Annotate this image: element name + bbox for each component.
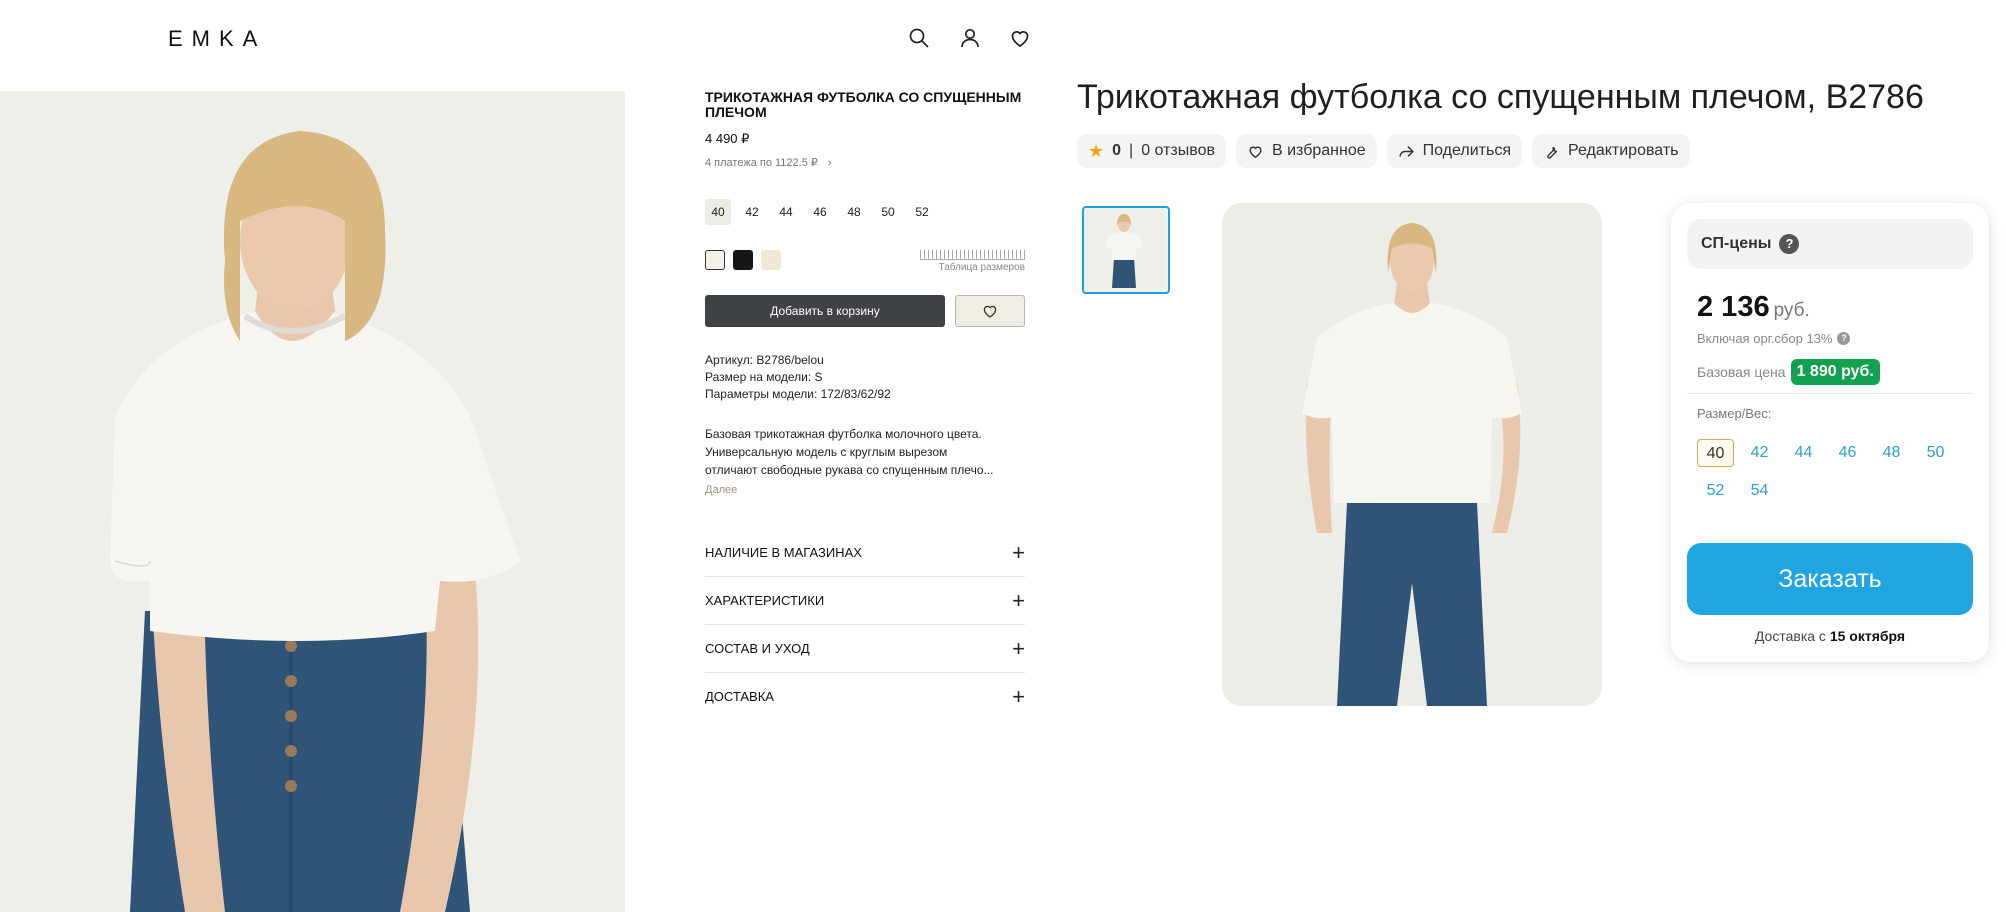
edit-pill[interactable]: Редактировать [1531, 134, 1690, 168]
heart-icon[interactable] [1008, 26, 1032, 50]
accordion-availability[interactable]: НАЛИЧИЕ В МАГАЗИНАХ + [705, 529, 1025, 577]
size-option[interactable]: 42 [1741, 439, 1778, 467]
rating-pill[interactable]: ★ 0 | 0 отзывов [1077, 134, 1226, 168]
product-photo-main[interactable] [1222, 203, 1602, 706]
base-price: Базовая цена 1 890 руб. [1697, 359, 1880, 385]
size-option[interactable]: 50 [875, 199, 901, 225]
sp-prices-header[interactable]: СП-цены ? [1687, 219, 1973, 269]
size-weight-selector: 40 42 44 46 48 50 52 54 [1697, 439, 1957, 505]
color-selector: Таблица размеров [705, 247, 1025, 273]
size-option[interactable]: 50 [1917, 439, 1954, 467]
favorites-label: В избранное [1271, 142, 1366, 159]
base-price-badge: 1 890 руб. [1790, 359, 1880, 385]
product-info: ТРИКОТАЖНАЯ ФУТБОЛКА СО СПУЩЕННЫМ ПЛЕЧОМ… [705, 90, 1025, 720]
price-value: 2 136 [1697, 291, 1770, 323]
color-swatch-milk[interactable] [705, 250, 725, 270]
description-line: отличают свободные рукава со спущенным п… [705, 463, 994, 477]
color-swatch-beige[interactable] [761, 250, 781, 270]
description-line: Базовая трикотажная футболка молочного ц… [705, 427, 982, 441]
accordion-label: ХАРАКТЕРИСТИКИ [705, 593, 825, 608]
heart-icon [1249, 145, 1262, 158]
product-description: Базовая трикотажная футболка молочного ц… [705, 425, 1025, 499]
accordion: НАЛИЧИЕ В МАГАЗИНАХ + ХАРАКТЕРИСТИКИ + СОС… [705, 529, 1025, 720]
installment-link[interactable]: 4 платежа по 1122.5 ₽ › [705, 156, 1025, 170]
share-icon [1399, 145, 1414, 157]
spec-model-params: Параметры модели: 172/83/62/92 [705, 387, 891, 401]
accordion-composition[interactable]: СОСТАВ И УХОД + [705, 625, 1025, 673]
rating-value: 0 [1112, 142, 1122, 159]
chevron-right-icon: › [827, 156, 832, 169]
share-label: Поделиться [1422, 142, 1511, 159]
user-icon[interactable] [958, 26, 982, 50]
size-option[interactable]: 42 [739, 199, 765, 225]
delivery-info: Доставка с 15 октября [1671, 628, 1989, 644]
wrench-icon [1547, 146, 1558, 159]
edit-label: Редактировать [1567, 142, 1679, 159]
color-swatch-black[interactable] [733, 250, 753, 270]
product-title: ТРИКОТАЖНАЯ ФУТБОЛКА СО СПУЩЕННЫМ ПЛЕЧОМ [705, 89, 1022, 120]
help-icon[interactable]: ? [1837, 332, 1851, 345]
description-line: Универсальную модель с круглым вырезом [705, 445, 948, 459]
size-option[interactable]: 44 [1785, 439, 1822, 467]
plus-icon: + [1012, 635, 1025, 661]
product-photo-large[interactable] [0, 91, 625, 912]
favorite-button[interactable] [955, 295, 1025, 327]
action-pills: ★ 0 | 0 отзывов В избранное Поделиться Р… [1077, 134, 1690, 168]
installment-text: 4 платежа по 1122.5 ₽ [705, 157, 818, 169]
size-weight-label: Размер/Вес: [1697, 406, 1772, 421]
favorites-pill[interactable]: В избранное [1235, 134, 1377, 168]
spec-article: Артикул: B2786/belou [705, 353, 824, 367]
heart-icon [983, 305, 997, 318]
joint-purchase-price-card: СП-цены ? 2 136 руб. Включая орг.сбор 13%… [1671, 203, 1989, 662]
search-icon[interactable] [907, 26, 931, 50]
size-option[interactable]: 46 [807, 199, 833, 225]
size-option[interactable]: 52 [909, 199, 935, 225]
accordion-label: СОСТАВ И УХОД [705, 641, 810, 656]
share-pill[interactable]: Поделиться [1386, 134, 1522, 168]
size-option[interactable]: 44 [773, 199, 799, 225]
accordion-delivery[interactable]: ДОСТАВКА + [705, 673, 1025, 720]
size-option[interactable]: 54 [1741, 477, 1778, 505]
size-option[interactable]: 48 [1873, 439, 1910, 467]
product-specs: Артикул: B2786/belou Размер на модели: S… [705, 352, 1025, 403]
delivery-date: 15 октября [1829, 628, 1906, 644]
current-price: 2 136 руб. [1697, 291, 1810, 324]
sp-prices-label: СП-цены [1701, 235, 1772, 252]
ruler-icon [920, 247, 1025, 260]
size-chart-label: Таблица размеров [938, 262, 1025, 273]
accordion-label: НАЛИЧИЕ В МАГАЗИНАХ [705, 545, 862, 560]
overlay-title: Трикотажная футболка со спущенным плечом… [1077, 78, 1924, 116]
plus-icon: + [1012, 539, 1025, 565]
reviews-count: 0 отзывов [1141, 142, 1215, 159]
size-selector: 40 42 44 46 48 50 52 [705, 199, 1025, 225]
price-currency: руб. [1773, 300, 1810, 321]
plus-icon: + [1012, 587, 1025, 613]
divider [1687, 393, 1973, 394]
separator: | [1129, 142, 1134, 159]
read-more-link[interactable]: Далее [705, 481, 1025, 499]
size-chart-link[interactable]: Таблица размеров [920, 247, 1025, 273]
spec-model-size: Размер на модели: S [705, 370, 823, 384]
size-option[interactable]: 40 [1697, 439, 1734, 467]
star-icon: ★ [1088, 140, 1105, 161]
help-icon[interactable]: ? [1779, 234, 1800, 254]
accordion-label: ДОСТАВКА [705, 689, 774, 704]
store-logo[interactable]: EMKA [168, 26, 266, 52]
size-option[interactable]: 46 [1829, 439, 1866, 467]
size-option[interactable]: 48 [841, 199, 867, 225]
base-price-label: Базовая цена [1697, 364, 1786, 380]
order-button[interactable]: Заказать [1687, 543, 1973, 615]
add-to-cart-button[interactable]: Добавить в корзину [705, 295, 945, 327]
fee-note-text: Включая орг.сбор 13% [1697, 331, 1833, 346]
plus-icon: + [1012, 683, 1025, 709]
size-option[interactable]: 52 [1697, 477, 1734, 505]
accordion-characteristics[interactable]: ХАРАКТЕРИСТИКИ + [705, 577, 1025, 625]
fee-note: Включая орг.сбор 13% ? [1697, 331, 1851, 346]
size-option[interactable]: 40 [705, 199, 731, 225]
gallery-thumbnail[interactable] [1082, 206, 1170, 294]
product-price: 4 490 ₽ [705, 131, 750, 146]
delivery-prefix: Доставка с [1754, 628, 1826, 644]
